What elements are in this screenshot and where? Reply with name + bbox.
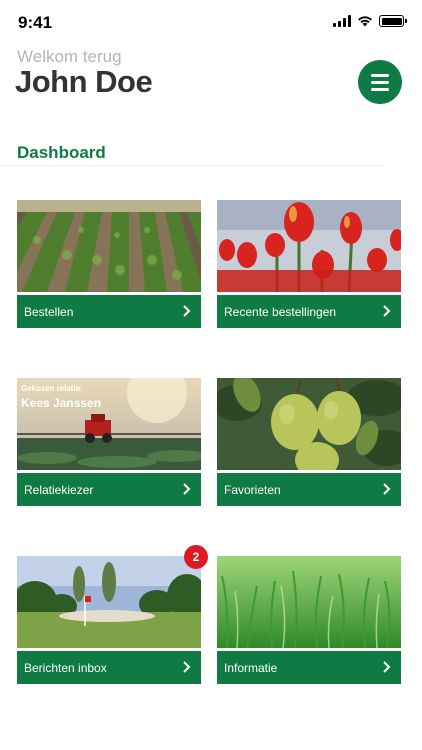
chevron-right-icon [383, 483, 391, 495]
chevron-right-icon [183, 305, 191, 317]
notification-badge: 2 [184, 545, 208, 569]
tile-berichten-inbox[interactable]: Berichten inbox [17, 556, 201, 684]
tile-label: Bestellen [24, 304, 74, 319]
status-time: 9:41 [18, 13, 53, 32]
tile-relatiekiezer[interactable]: Gekozen relatie: Kees Janssen Relatiekie… [17, 378, 201, 506]
battery-icon [379, 15, 407, 27]
golf-course-image [17, 556, 201, 648]
chevron-right-icon [183, 483, 191, 495]
tile-label: Favorieten [224, 482, 281, 497]
potato-field-image [17, 200, 201, 292]
tile-informatie-bar[interactable]: Informatie [217, 651, 401, 684]
tile-label: Relatiekiezer [24, 482, 94, 497]
chevron-right-icon [383, 661, 391, 673]
tile-label: Recente bestellingen [224, 304, 337, 319]
section-title: Dashboard [17, 143, 106, 162]
status-bar: 9:41 [0, 0, 422, 44]
sprayer-field-image: Gekozen relatie: Kees Janssen [17, 378, 201, 470]
chosen-relation-label: Gekozen relatie: [21, 384, 83, 393]
tile-informatie[interactable]: Informatie [217, 556, 401, 684]
tulips-image [217, 200, 401, 292]
tile-label: Informatie [224, 660, 278, 675]
wifi-icon [358, 16, 372, 27]
tile-bestellen[interactable]: Bestellen [17, 200, 201, 328]
signal-icon [333, 15, 351, 27]
tile-label: Berichten inbox [24, 660, 107, 675]
pears-image [217, 378, 401, 470]
tile-favorieten[interactable]: Favorieten [217, 378, 401, 506]
user-name: John Doe [15, 64, 153, 99]
status-icons [333, 15, 407, 27]
section-divider [0, 165, 382, 166]
chosen-relation-name: Kees Janssen [21, 396, 102, 410]
hamburger-icon-line [371, 73, 389, 77]
chevron-right-icon [383, 305, 391, 317]
tile-recente-bestellingen-bar[interactable]: Recente bestellingen [217, 295, 401, 328]
chevron-right-icon [183, 661, 191, 673]
tile-berichten-inbox-bar[interactable]: Berichten inbox [17, 651, 201, 684]
hamburger-icon-line [371, 87, 389, 91]
grass-image [217, 556, 401, 648]
hamburger-icon-line [371, 80, 389, 84]
tile-bestellen-bar[interactable]: Bestellen [17, 295, 201, 328]
menu-button[interactable] [358, 60, 402, 104]
tile-recente-bestellingen[interactable]: Recente bestellingen [217, 200, 401, 328]
tile-relatiekiezer-bar[interactable]: Relatiekiezer [17, 473, 201, 506]
tile-favorieten-bar[interactable]: Favorieten [217, 473, 401, 506]
